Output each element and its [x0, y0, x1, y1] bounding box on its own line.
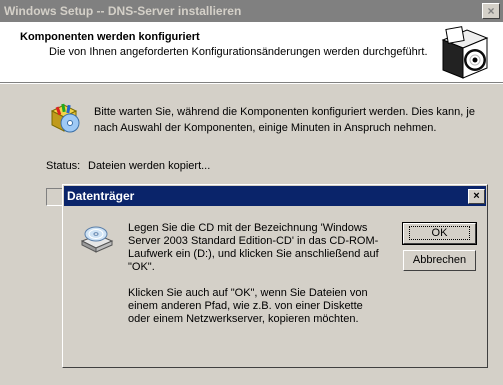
- dialog-titlebar[interactable]: Datenträger ×: [64, 186, 486, 206]
- ok-button[interactable]: OK: [402, 222, 477, 245]
- setup-box-cd-icon: [441, 26, 489, 79]
- wait-message: Bitte warten Sie, während die Komponente…: [94, 106, 475, 134]
- status-label: Status:: [46, 160, 81, 172]
- status-value: Dateien werden kopiert...: [88, 160, 211, 172]
- disk-dialog: Datenträger × Legen Sie die CD mit der B…: [62, 184, 488, 368]
- dialog-message-alternate-path: Klicken Sie auch auf "OK", wenn Sie Date…: [128, 287, 368, 325]
- dialog-title: Datenträger: [67, 189, 135, 203]
- components-icon: [50, 103, 80, 133]
- main-close-button[interactable]: ×: [482, 3, 500, 19]
- header-divider-highlight: [0, 83, 503, 84]
- main-titlebar[interactable]: Windows Setup -- DNS-Server installieren…: [0, 0, 503, 22]
- ok-button-label: OK: [408, 226, 471, 240]
- dialog-message-insert-cd: Legen Sie die CD mit der Bezeichnung 'Wi…: [128, 222, 379, 273]
- cd-drive-icon: [80, 226, 114, 253]
- window-title: Windows Setup -- DNS-Server installieren: [4, 4, 242, 18]
- cancel-button[interactable]: Abbrechen: [403, 250, 476, 271]
- header-subtitle: Die von Ihnen angeforderten Konfiguratio…: [49, 46, 428, 58]
- dialog-close-button[interactable]: ×: [468, 189, 485, 204]
- header-title: Komponenten werden konfiguriert: [20, 31, 200, 43]
